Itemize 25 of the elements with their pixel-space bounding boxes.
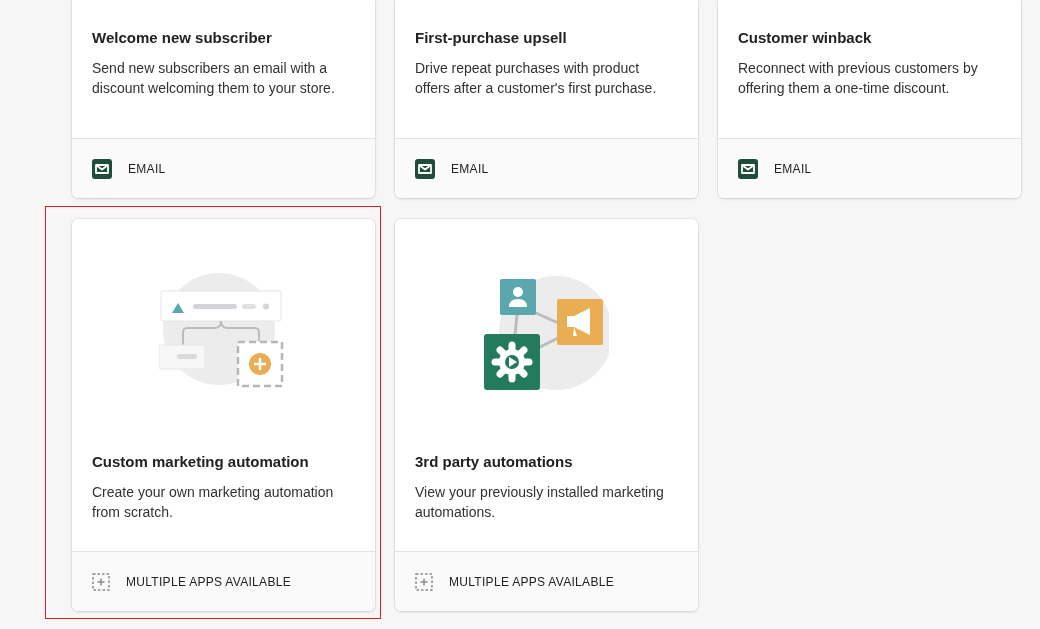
channel-label: EMAIL bbox=[128, 160, 166, 178]
card-description: Drive repeat purchases with product offers after a customer's first purchase. bbox=[415, 59, 658, 98]
card-title: Welcome new subscriber bbox=[92, 28, 273, 48]
card-title: 3rd party automations bbox=[415, 452, 574, 472]
automation-card[interactable]: Welcome new subscriber Send new subscribers an email with a discount welcoming them to your store. EMAIL bbox=[72, 0, 375, 198]
channel-label: MULTIPLE APPS AVAILABLE bbox=[449, 573, 614, 591]
card-title: Custom marketing automation bbox=[92, 452, 310, 472]
automation-card[interactable]: Custom marketing automation Create your own marketing automation from scratch. MULTIPLE APPS AVAILABLE bbox=[72, 219, 375, 611]
card-description: Create your own marketing automation from scratch. bbox=[92, 483, 335, 522]
add-app-icon bbox=[415, 572, 433, 591]
card-title: Customer winback bbox=[738, 28, 873, 48]
automation-card[interactable]: First-purchase upsell Drive repeat purchases with product offers after a customer's first purchase. EMAIL bbox=[395, 0, 698, 198]
envelope-icon bbox=[415, 158, 435, 179]
automation-card[interactable]: 3rd party automations View your previously installed marketing automations. MULTIPLE APPS AVAILABLE bbox=[395, 219, 698, 611]
channel-label: EMAIL bbox=[774, 160, 812, 178]
card-description: Reconnect with previous customers by offering them a one-time discount. bbox=[738, 59, 979, 98]
add-app-icon bbox=[92, 572, 110, 591]
card-title: First-purchase upsell bbox=[415, 28, 568, 48]
card-description: View your previously installed marketing automations. bbox=[415, 483, 665, 522]
automation-card[interactable]: Customer winback Reconnect with previous customers by offering them a one-time discount. EMAIL bbox=[718, 0, 1021, 198]
envelope-icon bbox=[92, 158, 112, 179]
channel-label: MULTIPLE APPS AVAILABLE bbox=[126, 573, 291, 591]
envelope-icon bbox=[738, 158, 758, 179]
channel-label: EMAIL bbox=[451, 160, 489, 178]
card-description: Send new subscribers an email with a discount welcoming them to your store. bbox=[92, 59, 336, 98]
